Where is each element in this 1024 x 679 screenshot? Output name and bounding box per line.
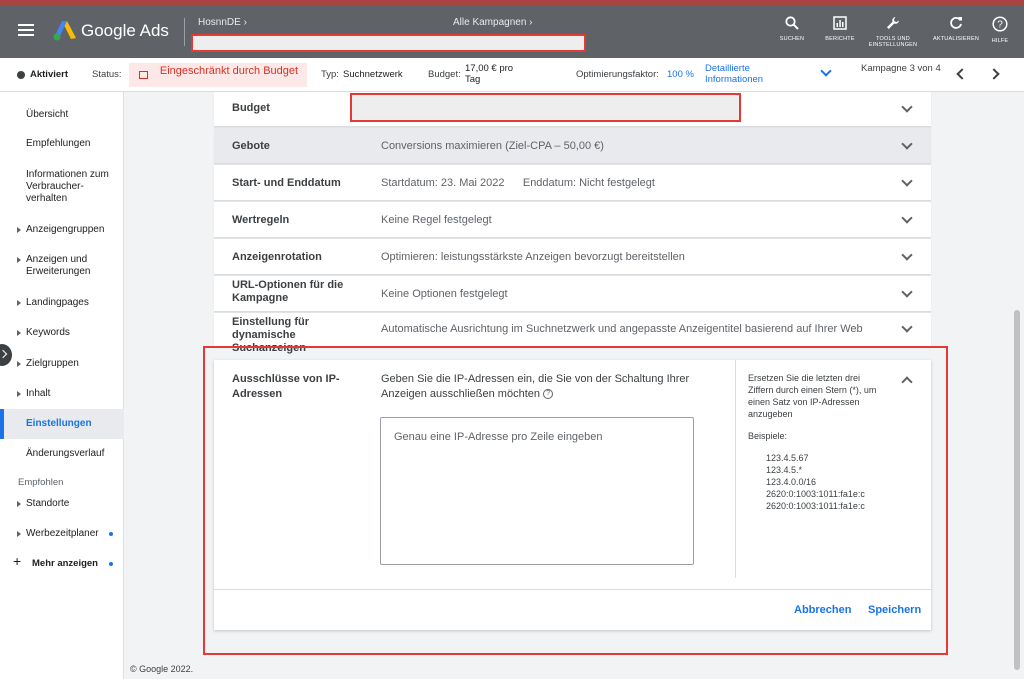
optimization-value[interactable]: 100 %	[667, 69, 694, 80]
chevron-down-icon[interactable]	[901, 321, 913, 333]
copyright: © Google 2022.	[130, 664, 194, 674]
refresh-icon	[950, 17, 962, 29]
details-link[interactable]: Detaillierte Informationen	[705, 63, 795, 85]
sidebar-item-locations[interactable]: Standorte	[0, 498, 124, 514]
sidebar-item-content[interactable]: Inhalt	[0, 388, 124, 404]
breadcrumb-account[interactable]: HosnnDE ›	[198, 17, 247, 28]
svg-text:?: ?	[997, 20, 1003, 31]
chart-warning-icon	[139, 71, 148, 79]
settings-row-url-options[interactable]: URL-Optionen für die Kampagne Keine Opti…	[214, 276, 931, 312]
settings-row-dynamic-search-ads[interactable]: Einstellung für dynamische Suchanzeigen …	[214, 313, 931, 354]
sidebar-item-audiences[interactable]: Zielgruppen	[0, 358, 124, 374]
highlight-outline	[203, 346, 948, 655]
chevron-down-icon[interactable]	[901, 138, 913, 150]
budget-label: Budget:	[428, 69, 461, 80]
chevron-down-icon[interactable]	[901, 249, 913, 261]
optimization-label: Optimierungsfaktor:	[576, 69, 659, 80]
sidebar-item-overview[interactable]: Übersicht	[0, 109, 124, 125]
status-dot-icon	[17, 71, 25, 79]
expand-arrow-icon	[17, 391, 21, 397]
campaign-state[interactable]: Aktiviert	[30, 69, 68, 80]
sidebar-item-change-history[interactable]: Änderungsverlauf	[0, 448, 124, 464]
google-ads-logo-icon	[53, 21, 76, 41]
status-label: Status:	[92, 69, 122, 80]
expand-arrow-icon	[17, 300, 21, 306]
type-label: Typ:	[321, 69, 339, 80]
expand-arrow-icon	[17, 361, 21, 367]
chevron-down-icon[interactable]	[901, 175, 913, 187]
chevron-down-icon[interactable]	[901, 212, 913, 224]
sidebar-section-recommended: Empfohlen	[18, 477, 64, 488]
chevron-down-icon[interactable]	[901, 286, 913, 298]
sidebar-show-more[interactable]: + Mehr anzeigen	[0, 553, 124, 574]
sidebar-item-landing-pages[interactable]: Landingpages	[0, 297, 124, 313]
expand-arrow-icon	[17, 227, 21, 233]
help-icon: ?	[992, 16, 1008, 32]
expand-arrow-icon	[17, 330, 21, 336]
wrench-icon	[887, 17, 899, 29]
active-indicator	[0, 409, 4, 439]
details-chevron-down-icon[interactable]	[820, 65, 832, 77]
search-icon	[785, 16, 799, 30]
expand-arrow-icon	[17, 531, 21, 537]
expand-arrow-icon	[17, 501, 21, 507]
breadcrumb-campaigns[interactable]: Alle Kampagnen ›	[453, 17, 533, 28]
reports-icon	[833, 16, 847, 30]
sidebar-item-recommendations[interactable]: Empfehlungen	[0, 138, 124, 154]
sidebar-item-ad-schedule[interactable]: Werbezeitplaner	[0, 528, 124, 544]
new-indicator-dot	[109, 562, 113, 566]
sidebar-item-settings[interactable]: Einstellungen	[0, 409, 124, 439]
next-campaign-icon[interactable]	[988, 68, 1000, 80]
settings-row-value-rules[interactable]: Wertregeln Keine Regel festgelegt	[214, 202, 931, 238]
sidebar-item-ad-groups[interactable]: Anzeigengruppen	[0, 224, 124, 240]
settings-row-bidding[interactable]: Gebote Conversions maximieren (Ziel-CPA …	[214, 128, 931, 164]
sidebar-nav: Übersicht Empfehlungen Informationen zum…	[0, 92, 124, 679]
campaign-position: Kampagne 3 von 4	[861, 63, 941, 74]
chevron-right-icon	[0, 349, 8, 359]
sidebar-item-ads-extensions[interactable]: Anzeigen und Erweiterungen	[0, 254, 124, 282]
search-button[interactable]: SUCHEN	[776, 16, 808, 42]
previous-campaign-icon[interactable]	[956, 68, 968, 80]
expand-arrow-icon	[17, 257, 21, 263]
brand-name: Google Ads	[81, 21, 169, 40]
menu-icon[interactable]	[18, 24, 34, 36]
refresh-button[interactable]: AKTUALISIEREN	[930, 16, 982, 42]
redacted-budget-value	[350, 93, 741, 122]
chevron-down-icon[interactable]	[901, 101, 913, 113]
tools-settings-button[interactable]: TOOLS UND EINSTELLUNGEN	[868, 16, 918, 48]
sidebar-item-consumer-insights[interactable]: Informationen zum Verbraucher-verhalten	[0, 169, 124, 209]
help-button[interactable]: ? HILFE	[988, 16, 1012, 44]
type-value: Suchnetzwerk	[343, 69, 403, 80]
settings-row-ad-rotation[interactable]: Anzeigenrotation Optimieren: leistungsst…	[214, 239, 931, 275]
campaign-status-bar: Aktiviert Status: Eingeschränkt durch Bu…	[0, 58, 1024, 92]
scrollbar-thumb[interactable]	[1014, 310, 1020, 670]
status-badge[interactable]: Eingeschränkt durch Budget	[129, 63, 307, 87]
plus-icon: +	[13, 553, 22, 569]
sidebar-item-keywords[interactable]: Keywords	[0, 327, 124, 343]
redacted-campaign-name	[191, 34, 586, 52]
new-indicator-dot	[109, 532, 113, 536]
budget-value: 17,00 € pro Tag	[465, 63, 514, 85]
header-divider	[184, 18, 185, 46]
reports-button[interactable]: BERICHTE	[820, 16, 860, 42]
settings-row-dates[interactable]: Start- und Enddatum Startdatum: 23. Mai …	[214, 165, 931, 201]
top-app-bar: Google Ads HosnnDE › Alle Kampagnen › SU…	[0, 6, 1024, 58]
